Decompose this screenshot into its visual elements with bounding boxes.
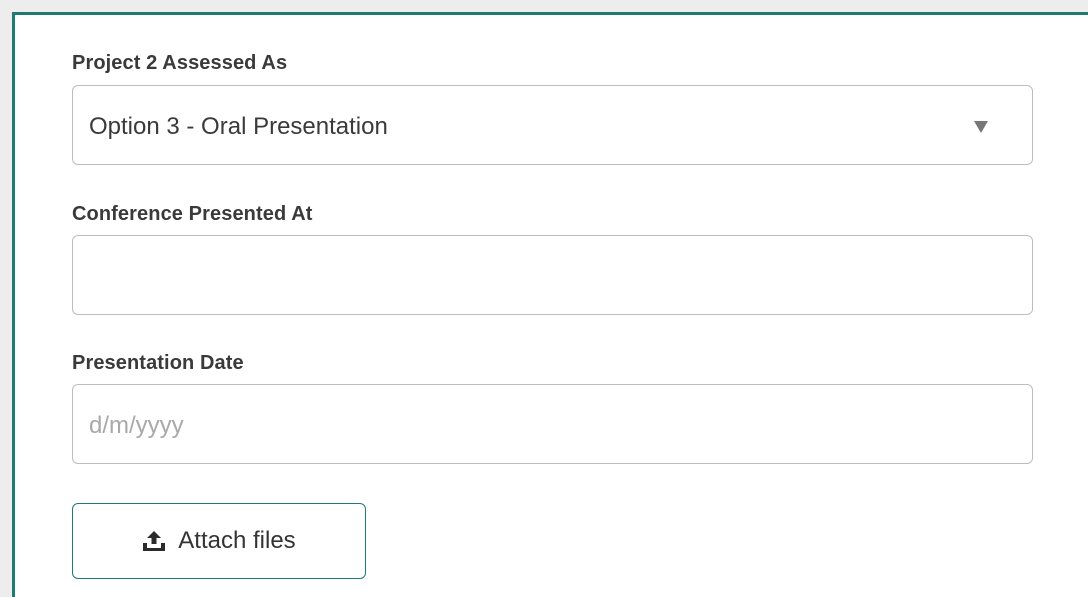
attach-files-label: Attach files — [178, 527, 296, 554]
presentation-date-input[interactable]: d/m/yyyy — [72, 384, 1033, 464]
date-label: Presentation Date — [72, 352, 244, 374]
assessed-label: Project 2 Assessed As — [72, 52, 288, 74]
date-placeholder: d/m/yyyy — [89, 412, 184, 439]
conference-label: Conference Presented At — [72, 203, 313, 225]
assessed-select-value: Option 3 - Oral Presentation — [89, 113, 388, 140]
attach-files-button[interactable]: Attach files — [72, 503, 366, 579]
assessed-select[interactable]: Option 3 - Oral Presentation — [72, 85, 1033, 165]
form-panel: Project 2 Assessed As Option 3 - Oral Pr… — [12, 12, 1088, 597]
caret-down-icon — [974, 121, 988, 133]
upload-icon — [143, 531, 166, 551]
conference-input[interactable] — [72, 235, 1033, 315]
